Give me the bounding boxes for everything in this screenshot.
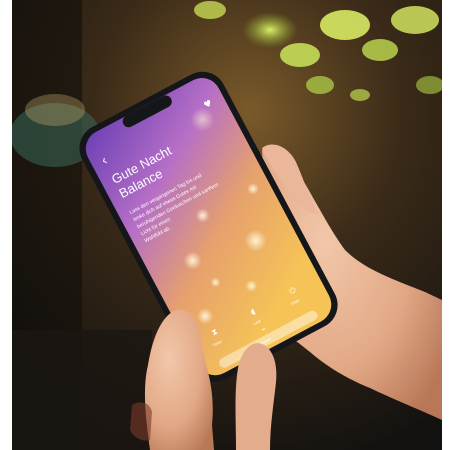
- right-margin: [442, 0, 455, 450]
- blurred-light: [25, 94, 85, 126]
- left-thumb: [235, 343, 277, 450]
- left-margin: [0, 0, 12, 450]
- wristband: [130, 402, 152, 441]
- photo-scene: ‹ ♥ Gute Nacht Balance Lass den vergange…: [0, 0, 455, 450]
- table-edge: [12, 330, 152, 450]
